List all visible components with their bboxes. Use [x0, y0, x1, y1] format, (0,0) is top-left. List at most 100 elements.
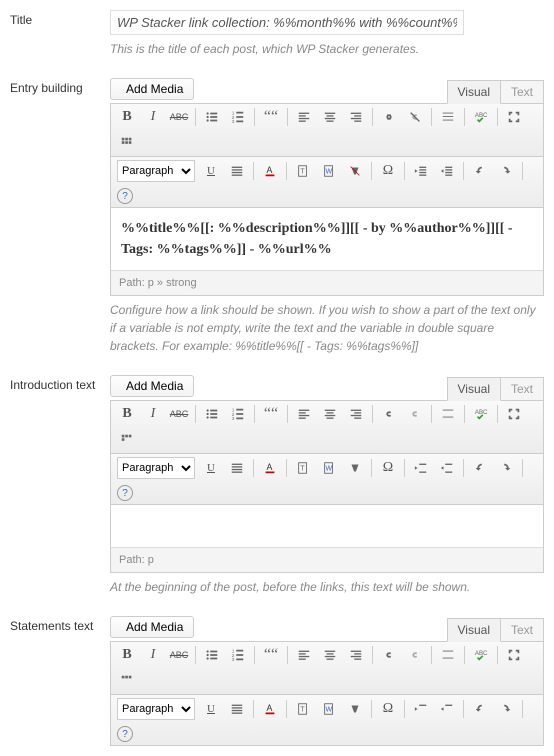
svg-text:ABC: ABC	[475, 409, 488, 416]
spellcheck-button[interactable]: ABC	[471, 645, 491, 665]
italic-button[interactable]: I	[143, 404, 163, 424]
tab-visual[interactable]: Visual	[447, 618, 501, 642]
kitchensink-button[interactable]	[117, 430, 137, 450]
outdent-button[interactable]	[411, 699, 431, 719]
bullet-list-button[interactable]	[202, 404, 222, 424]
textcolor-button[interactable]: A	[260, 699, 280, 719]
number-list-button[interactable]: 123	[228, 645, 248, 665]
fullscreen-button[interactable]	[504, 645, 524, 665]
align-right-button[interactable]	[346, 404, 366, 424]
remove-format-button[interactable]	[345, 699, 365, 719]
add-media-button[interactable]: Add Media	[110, 375, 194, 397]
align-left-button[interactable]	[294, 404, 314, 424]
indent-button[interactable]	[437, 699, 457, 719]
textcolor-button[interactable]: A	[260, 458, 280, 478]
entry-desc: Configure how a link should be shown. If…	[110, 301, 544, 355]
indent-button[interactable]	[437, 458, 457, 478]
link-button[interactable]	[379, 107, 399, 127]
strike-button[interactable]: ABC	[169, 404, 189, 424]
tab-visual[interactable]: Visual	[447, 80, 501, 104]
help-button[interactable]: ?	[117, 726, 133, 742]
align-left-button[interactable]	[294, 107, 314, 127]
tab-text[interactable]: Text	[501, 618, 544, 642]
underline-button[interactable]: U	[201, 161, 221, 181]
redo-button[interactable]	[496, 458, 516, 478]
align-left-button[interactable]	[294, 645, 314, 665]
align-center-button[interactable]	[320, 107, 340, 127]
title-input[interactable]	[110, 10, 464, 35]
paste-word-button[interactable]: W	[319, 458, 339, 478]
indent-button[interactable]	[437, 161, 457, 181]
fullscreen-button[interactable]	[504, 107, 524, 127]
tab-text[interactable]: Text	[501, 80, 544, 104]
kitchensink-button[interactable]	[117, 133, 137, 153]
quote-button[interactable]: ““	[261, 645, 281, 665]
strike-button[interactable]: ABC	[169, 107, 189, 127]
svg-text:T: T	[300, 466, 305, 473]
remove-format-button[interactable]	[345, 458, 365, 478]
underline-button[interactable]: U	[201, 699, 221, 719]
italic-button[interactable]: I	[143, 645, 163, 665]
justify-button[interactable]	[227, 458, 247, 478]
paste-text-button[interactable]: T	[293, 161, 313, 181]
add-media-button[interactable]: Add Media	[110, 616, 194, 638]
align-center-button[interactable]	[320, 404, 340, 424]
italic-button[interactable]: I	[143, 107, 163, 127]
quote-button[interactable]: ““	[261, 107, 281, 127]
paste-text-button[interactable]: T	[293, 458, 313, 478]
undo-button[interactable]	[470, 458, 490, 478]
tab-text[interactable]: Text	[501, 377, 544, 401]
unlink-button[interactable]	[405, 107, 425, 127]
strike-button[interactable]: ABC	[169, 645, 189, 665]
unlink-button[interactable]	[405, 645, 425, 665]
paste-text-button[interactable]: T	[293, 699, 313, 719]
number-list-button[interactable]: 123	[228, 404, 248, 424]
add-media-button[interactable]: Add Media	[110, 78, 194, 100]
redo-button[interactable]	[496, 699, 516, 719]
justify-button[interactable]	[227, 699, 247, 719]
unlink-button[interactable]	[405, 404, 425, 424]
align-right-button[interactable]	[346, 645, 366, 665]
underline-button[interactable]: U	[201, 458, 221, 478]
link-button[interactable]	[379, 645, 399, 665]
outdent-button[interactable]	[411, 458, 431, 478]
paragraph-select[interactable]: Paragraph	[117, 457, 195, 479]
bold-button[interactable]: B	[117, 404, 137, 424]
bold-button[interactable]: B	[117, 645, 137, 665]
remove-format-button[interactable]	[345, 161, 365, 181]
charmap-button[interactable]: Ω	[378, 161, 398, 181]
intro-desc: At the beginning of the post, before the…	[110, 578, 544, 596]
align-center-button[interactable]	[320, 645, 340, 665]
more-button[interactable]	[438, 645, 458, 665]
help-button[interactable]: ?	[117, 485, 133, 501]
quote-button[interactable]: ““	[261, 404, 281, 424]
outdent-button[interactable]	[411, 161, 431, 181]
link-button[interactable]	[379, 404, 399, 424]
kitchensink-button[interactable]	[117, 671, 137, 691]
more-button[interactable]	[438, 107, 458, 127]
paste-word-button[interactable]: W	[319, 161, 339, 181]
paste-word-button[interactable]: W	[319, 699, 339, 719]
spellcheck-button[interactable]: ABC	[471, 404, 491, 424]
bullet-list-button[interactable]	[202, 107, 222, 127]
paragraph-select[interactable]: Paragraph	[117, 698, 195, 720]
textcolor-button[interactable]: A	[260, 161, 280, 181]
align-right-button[interactable]	[346, 107, 366, 127]
help-button[interactable]: ?	[117, 188, 133, 204]
bold-button[interactable]: B	[117, 107, 137, 127]
more-button[interactable]	[438, 404, 458, 424]
paragraph-select[interactable]: Paragraph	[117, 160, 195, 182]
intro-content[interactable]	[111, 505, 543, 547]
fullscreen-button[interactable]	[504, 404, 524, 424]
charmap-button[interactable]: Ω	[378, 699, 398, 719]
redo-button[interactable]	[496, 161, 516, 181]
undo-button[interactable]	[470, 161, 490, 181]
undo-button[interactable]	[470, 699, 490, 719]
entry-content[interactable]: %%title%%[[: %%description%%]][[ - by %%…	[111, 208, 543, 270]
spellcheck-button[interactable]: ABC	[471, 107, 491, 127]
justify-button[interactable]	[227, 161, 247, 181]
charmap-button[interactable]: Ω	[378, 458, 398, 478]
tab-visual[interactable]: Visual	[447, 377, 501, 401]
bullet-list-button[interactable]	[202, 645, 222, 665]
number-list-button[interactable]: 123	[228, 107, 248, 127]
